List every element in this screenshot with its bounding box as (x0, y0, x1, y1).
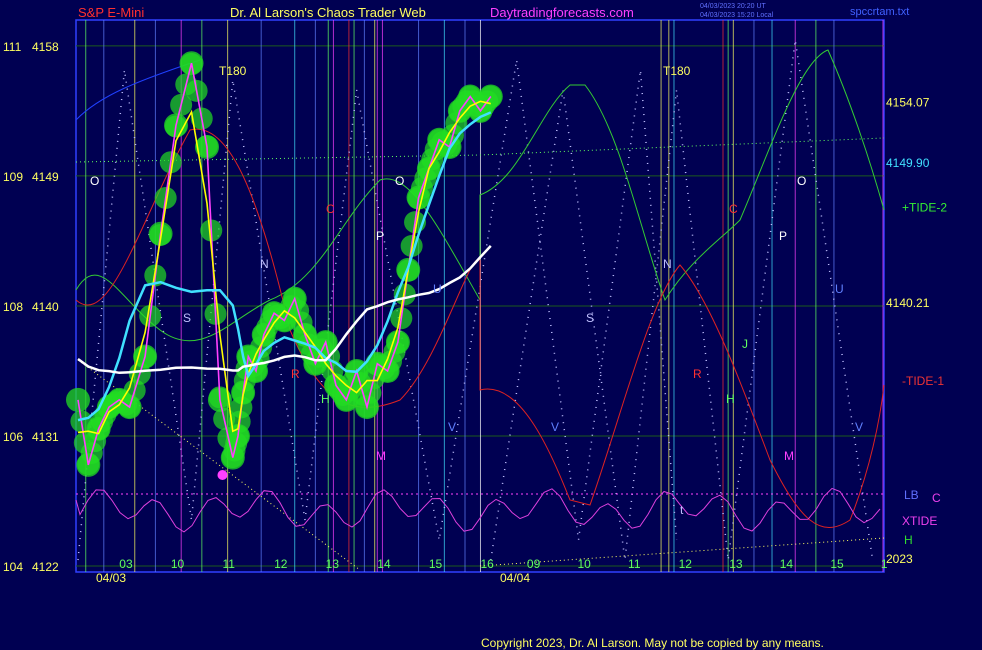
marker-s: S (183, 311, 191, 325)
marker-m: M (784, 449, 794, 463)
right-label: LB (904, 488, 919, 502)
marker-c: C (326, 202, 335, 216)
y-tick-price: 4122 (32, 560, 59, 574)
marker-t: t (680, 503, 684, 517)
marker-v: V (448, 420, 456, 434)
x-hour-label: 03 (119, 557, 133, 571)
x-date-label: 04/04 (500, 571, 530, 585)
marker-r: R (693, 367, 702, 381)
y-tick-index: 108 (3, 300, 23, 314)
marker-n: N (663, 257, 672, 271)
symbol-title: S&P E-Mini (78, 5, 144, 20)
right-label: C (932, 491, 941, 505)
x-hour-label: 1 (881, 557, 888, 571)
marker-j: J (742, 337, 748, 351)
marker-o: O (90, 174, 99, 188)
copyright: Copyright 2023, Dr. Al Larson. May not b… (481, 636, 824, 650)
marker-h: H (321, 392, 330, 406)
x-hour-label: 14 (780, 557, 794, 571)
marker-c: C (729, 202, 738, 216)
y-tick-index: 111 (3, 40, 22, 54)
marker-s: S (586, 311, 594, 325)
y-tick-index: 106 (3, 430, 23, 444)
x-hour-label: 13 (326, 557, 340, 571)
xtide-oscillator (75, 487, 881, 533)
x-hour-label: 16 (480, 557, 494, 571)
dotted-wave (490, 39, 874, 561)
marker-n: N (260, 257, 269, 271)
right-label: 4149.90 (886, 156, 930, 170)
x-hour-label: 12 (679, 557, 693, 571)
x-hour-label: 11 (222, 557, 235, 571)
marker-u: U (433, 282, 442, 296)
marker-r: R (291, 367, 300, 381)
price-glow (66, 51, 503, 477)
y-tick-price: 4158 (32, 40, 59, 54)
x-hour-label: 11 (628, 557, 641, 571)
timestamp-ut: 04/03/2023 20:20 UT (700, 3, 766, 10)
glow-dot (66, 387, 90, 412)
marker-v: V (855, 420, 863, 434)
timestamp-local: 04/03/2023 15:20 Local (700, 12, 774, 19)
y-tick-index: 109 (3, 170, 23, 184)
right-label: H (904, 533, 913, 547)
x-hour-label: 15 (830, 557, 844, 571)
y-tick-price: 4149 (32, 170, 59, 184)
marker-o: O (395, 174, 404, 188)
site-link[interactable]: Daytradingforecasts.com (490, 5, 634, 20)
right-label: 4140.21 (886, 296, 930, 310)
chaos-chart: O O OS SN NR RT180 T180C CP PM MH HU UV V VtJ 111 4158… (3, 3, 947, 650)
x-hour-label: 14 (377, 557, 391, 571)
low-marker (217, 469, 228, 480)
right-label: -TIDE-1 (902, 374, 944, 388)
x-hour-label: 13 (729, 557, 743, 571)
y-tick-price: 4131 (32, 430, 59, 444)
y-tick-price: 4140 (32, 300, 59, 314)
data-file-name: spccrtam.txt (850, 6, 909, 18)
x-hour-label: 10 (577, 557, 591, 571)
x-hour-label: 12 (274, 557, 288, 571)
x-hour-label: 09 (527, 557, 541, 571)
marker-h: H (726, 392, 735, 406)
right-label: 2023 (886, 552, 913, 566)
x-date-label: 04/03 (96, 571, 126, 585)
marker-p: P (376, 229, 384, 243)
marker-p: P (779, 229, 787, 243)
x-hour-label: 15 (429, 557, 443, 571)
marker-o: O (797, 174, 806, 188)
marker-t180: T180 (663, 64, 691, 78)
price-lines (77, 63, 492, 480)
right-label: +TIDE-2 (902, 201, 947, 215)
chart-stage: O O O S S N N R R T180 T180 C C P P M M H H U U V V Vt J 111 4158… (0, 0, 982, 650)
right-label: 4154.07 (886, 96, 930, 110)
y-tick-index: 104 (3, 560, 23, 574)
marker-u: U (835, 282, 844, 296)
chart-title: Dr. Al Larson's Chaos Trader Web (230, 5, 426, 20)
marker-m: M (376, 449, 386, 463)
x-hour-label: 10 (171, 557, 185, 571)
marker-t180: T180 (219, 64, 247, 78)
marker-v: V (551, 420, 559, 434)
right-label: XTIDE (902, 514, 937, 528)
